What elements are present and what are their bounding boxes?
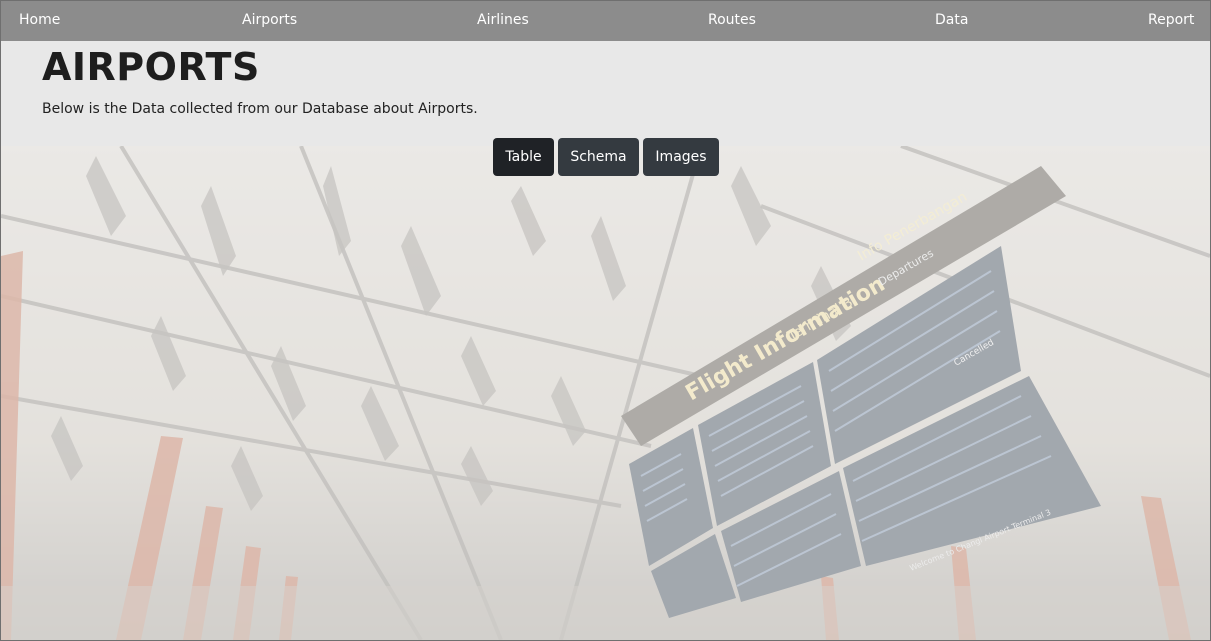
nav-data-link[interactable]: Data — [935, 12, 968, 28]
page-subtitle: Below is the Data collected from our Dat… — [42, 101, 478, 117]
app-window: Home Airports Airlines Routes Data Repor… — [0, 0, 1211, 641]
nav-report-link[interactable]: Report — [1148, 12, 1194, 28]
page-header: AIRPORTS Below is the Data collected fro… — [1, 41, 1210, 146]
schema-view-button[interactable]: Schema — [558, 138, 639, 176]
top-navbar: Home Airports Airlines Routes Data Repor… — [1, 1, 1210, 41]
floor-area — [1, 586, 1210, 640]
airport-terminal-illustration: Flight Information Terminal 3 Info Pener… — [1, 146, 1210, 640]
images-view-button[interactable]: Images — [643, 138, 719, 176]
nav-airports-link[interactable]: Airports — [242, 12, 297, 28]
nav-home-link[interactable]: Home — [19, 12, 60, 28]
table-view-button[interactable]: Table — [493, 138, 554, 176]
nav-airlines-link[interactable]: Airlines — [477, 12, 529, 28]
page-title: AIRPORTS — [42, 45, 260, 89]
airport-hero-image: Flight Information Terminal 3 Info Pener… — [1, 146, 1210, 640]
nav-routes-link[interactable]: Routes — [708, 12, 756, 28]
